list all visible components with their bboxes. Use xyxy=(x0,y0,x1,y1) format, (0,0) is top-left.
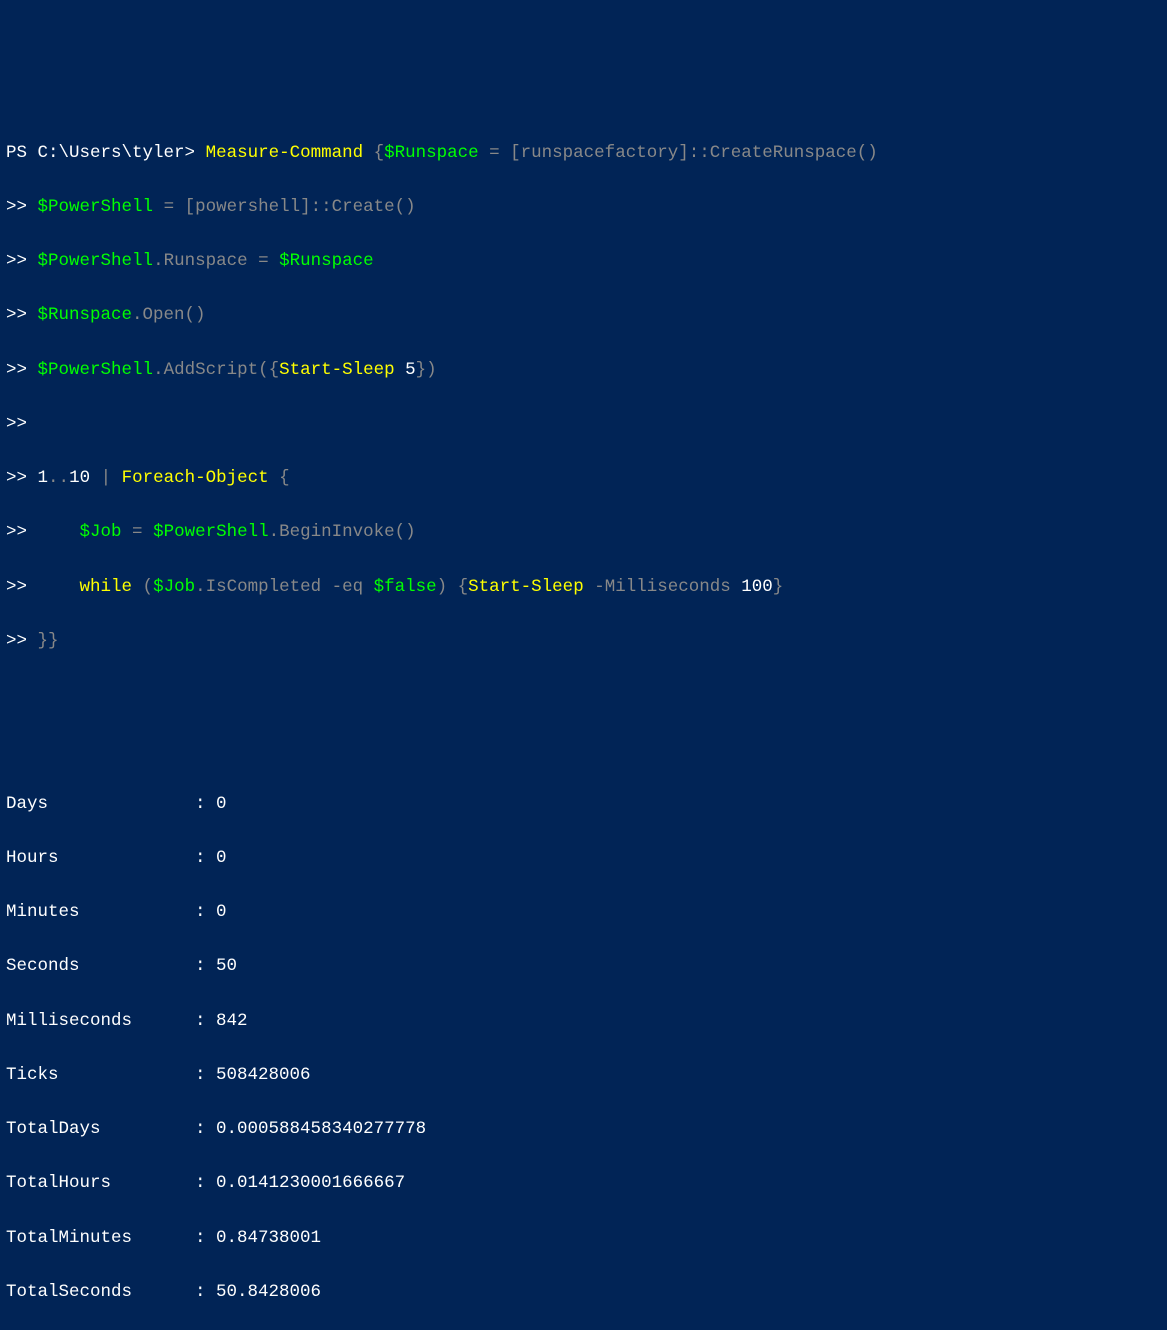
output-key: Milliseconds xyxy=(6,1008,195,1035)
code-line-4: >> $Runspace.Open() xyxy=(6,302,1161,329)
param-milliseconds: -Milliseconds xyxy=(584,577,731,597)
continuation-prompt: >> xyxy=(6,197,27,217)
output-value: 50 xyxy=(216,956,237,976)
cmdlet-start-sleep: Start-Sleep xyxy=(468,577,584,597)
output-table: Days: 0 Hours: 0 Minutes: 0 Seconds: 50 … xyxy=(6,791,1161,1330)
output-value: 508428006 xyxy=(216,1065,311,1085)
blank-line xyxy=(6,736,1161,763)
code-line-6: >> xyxy=(6,411,1161,438)
variable-powershell: $PowerShell xyxy=(38,360,154,380)
powershell-terminal[interactable]: PS C:\Users\tyler> Measure-Command {$Run… xyxy=(6,113,1161,1330)
output-key: TotalSeconds xyxy=(6,1279,195,1306)
method-open: .Open() xyxy=(132,305,206,325)
continuation-prompt: >> xyxy=(6,414,27,434)
prompt-path: C:\Users\tyler> xyxy=(38,143,196,163)
cmdlet-measure-command: Measure-Command xyxy=(206,143,364,163)
output-row: TotalSeconds: 50.8428006 xyxy=(6,1279,1161,1306)
output-value: 0.84738001 xyxy=(216,1228,321,1248)
output-key: Hours xyxy=(6,845,195,872)
continuation-prompt: >> xyxy=(6,251,27,271)
operator-eq: -eq xyxy=(332,577,364,597)
keyword-while: while xyxy=(80,577,133,597)
output-key: TotalDays xyxy=(6,1116,195,1143)
output-row: TotalHours: 0.0141230001666667 xyxy=(6,1170,1161,1197)
method-addscript: .AddScript( xyxy=(153,360,269,380)
type-powershell: [powershell] xyxy=(185,197,311,217)
output-value: 842 xyxy=(216,1011,248,1031)
variable-powershell: $PowerShell xyxy=(38,197,154,217)
output-value: 0.0141230001666667 xyxy=(216,1173,405,1193)
output-row: Minutes: 0 xyxy=(6,899,1161,926)
output-key: Minutes xyxy=(6,899,195,926)
variable-powershell: $PowerShell xyxy=(153,522,269,542)
output-key: TotalMinutes xyxy=(6,1225,195,1252)
variable-runspace: $Runspace xyxy=(384,143,479,163)
output-value: 0 xyxy=(216,794,227,814)
blank-line xyxy=(6,682,1161,709)
type-runspacefactory: [runspacefactory] xyxy=(510,143,689,163)
output-key: Days xyxy=(6,791,195,818)
variable-job: $Job xyxy=(153,577,195,597)
code-line-5: >> $PowerShell.AddScript({Start-Sleep 5}… xyxy=(6,357,1161,384)
output-row: TotalMinutes: 0.84738001 xyxy=(6,1225,1161,1252)
output-key: TotalHours xyxy=(6,1170,195,1197)
output-row: TotalDays: 0.000588458340277778 xyxy=(6,1116,1161,1143)
method-begininvoke: .BeginInvoke() xyxy=(269,522,416,542)
output-key: Ticks xyxy=(6,1062,195,1089)
variable-runspace: $Runspace xyxy=(279,251,374,271)
output-row: Hours: 0 xyxy=(6,845,1161,872)
code-line-9: >> while ($Job.IsCompleted -eq $false) {… xyxy=(6,574,1161,601)
code-line-2: >> $PowerShell = [powershell]::Create() xyxy=(6,194,1161,221)
output-row: Milliseconds: 842 xyxy=(6,1008,1161,1035)
variable-false: $false xyxy=(363,577,437,597)
cmdlet-foreach-object: Foreach-Object xyxy=(122,468,269,488)
output-value: 0.000588458340277778 xyxy=(216,1119,426,1139)
output-value: 0 xyxy=(216,848,227,868)
output-key: Seconds xyxy=(6,953,195,980)
code-line-10: >> }} xyxy=(6,628,1161,655)
variable-job: $Job xyxy=(80,522,122,542)
output-value: 50.8428006 xyxy=(216,1282,321,1302)
prompt-ps: PS xyxy=(6,143,27,163)
code-line-7: >> 1..10 | Foreach-Object { xyxy=(6,465,1161,492)
output-row: Days: 0 xyxy=(6,791,1161,818)
method-createrunspace: CreateRunspace() xyxy=(710,143,878,163)
continuation-prompt: >> xyxy=(6,631,27,651)
continuation-prompt: >> xyxy=(6,577,27,597)
method-create: Create() xyxy=(332,197,416,217)
continuation-prompt: >> xyxy=(6,305,27,325)
output-value: 0 xyxy=(216,902,227,922)
output-row: Ticks: 508428006 xyxy=(6,1062,1161,1089)
continuation-prompt: >> xyxy=(6,468,27,488)
continuation-prompt: >> xyxy=(6,522,27,542)
variable-powershell: $PowerShell xyxy=(38,251,154,271)
code-line-3: >> $PowerShell.Runspace = $Runspace xyxy=(6,248,1161,275)
variable-runspace: $Runspace xyxy=(38,305,133,325)
cmdlet-start-sleep: Start-Sleep xyxy=(279,360,395,380)
output-row: Seconds: 50 xyxy=(6,953,1161,980)
continuation-prompt: >> xyxy=(6,360,27,380)
code-line-1: PS C:\Users\tyler> Measure-Command {$Run… xyxy=(6,140,1161,167)
code-line-8: >> $Job = $PowerShell.BeginInvoke() xyxy=(6,519,1161,546)
